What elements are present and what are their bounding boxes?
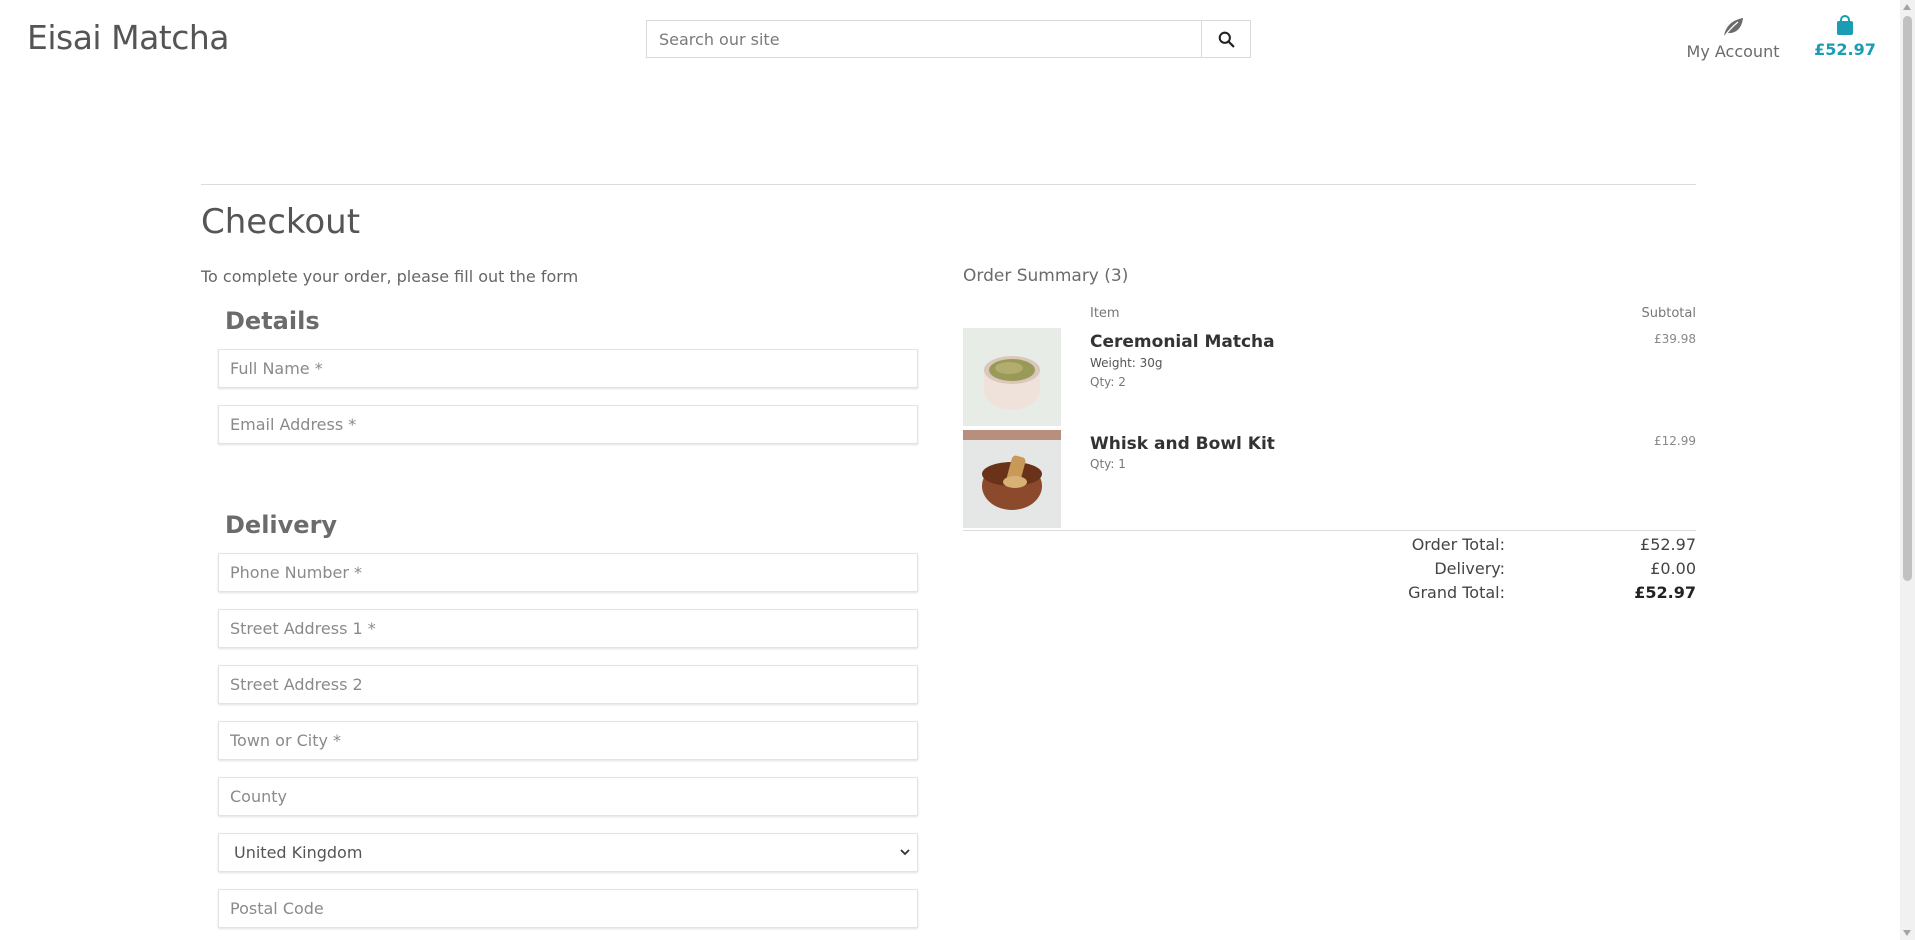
item-column-header: Item	[1090, 306, 1120, 321]
email-input[interactable]	[218, 405, 918, 444]
item-quantity: Qty: 2	[1090, 375, 1126, 389]
street-address-1-input[interactable]	[218, 609, 918, 648]
order-summary-title: Order Summary (3)	[963, 266, 1129, 286]
delivery-heading: Delivery	[225, 511, 338, 539]
country-select[interactable]: United Kingdom	[218, 833, 918, 872]
item-name: Ceremonial Matcha	[1090, 332, 1275, 352]
checkout-intro-text: To complete your order, please fill out …	[201, 267, 579, 286]
leaf-icon	[1723, 18, 1743, 38]
search-icon	[1218, 31, 1234, 47]
scroll-up-arrow[interactable]	[1903, 4, 1911, 10]
page-scrollbar[interactable]	[1900, 0, 1915, 940]
shopping-bag-icon	[1837, 15, 1853, 35]
order-total-value: £52.97	[1640, 535, 1696, 554]
header-divider	[201, 184, 1696, 185]
scrollbar-thumb[interactable]	[1903, 16, 1912, 581]
whisk-and-bowl-kit-image[interactable]	[963, 430, 1061, 528]
phone-input[interactable]	[218, 553, 918, 592]
grand-total-value: £52.97	[1634, 583, 1696, 602]
page-title: Checkout	[201, 202, 361, 242]
summary-divider	[963, 530, 1696, 531]
town-city-input[interactable]	[218, 721, 918, 760]
item-name: Whisk and Bowl Kit	[1090, 434, 1275, 454]
ceremonial-matcha-image[interactable]	[963, 328, 1061, 426]
item-weight: Weight: 30g	[1090, 356, 1163, 370]
cart-total: £52.97	[1814, 40, 1876, 59]
details-heading: Details	[225, 307, 320, 335]
brand-logo[interactable]: Eisai Matcha	[27, 18, 230, 57]
grand-total-label: Grand Total:	[1408, 583, 1505, 602]
full-name-input[interactable]	[218, 349, 918, 388]
search-bar	[646, 20, 1251, 58]
county-input[interactable]	[218, 777, 918, 816]
country-select-wrapper: United Kingdom	[218, 833, 918, 872]
my-account-label: My Account	[1686, 42, 1780, 61]
order-total-label: Order Total:	[1411, 535, 1505, 554]
scroll-down-arrow[interactable]	[1903, 930, 1911, 936]
delivery-label: Delivery:	[1434, 559, 1505, 578]
shopping-bag-link[interactable]: £52.97	[1810, 14, 1880, 59]
postal-code-input[interactable]	[218, 889, 918, 928]
item-quantity: Qty: 1	[1090, 457, 1126, 471]
street-address-2-input[interactable]	[218, 665, 918, 704]
search-button[interactable]	[1201, 21, 1250, 57]
item-subtotal: £39.98	[1654, 332, 1696, 346]
subtotal-column-header: Subtotal	[1641, 306, 1696, 321]
search-input[interactable]	[647, 21, 1201, 57]
item-subtotal: £12.99	[1654, 434, 1696, 448]
delivery-value: £0.00	[1650, 559, 1696, 578]
my-account-link[interactable]: My Account	[1683, 16, 1783, 61]
